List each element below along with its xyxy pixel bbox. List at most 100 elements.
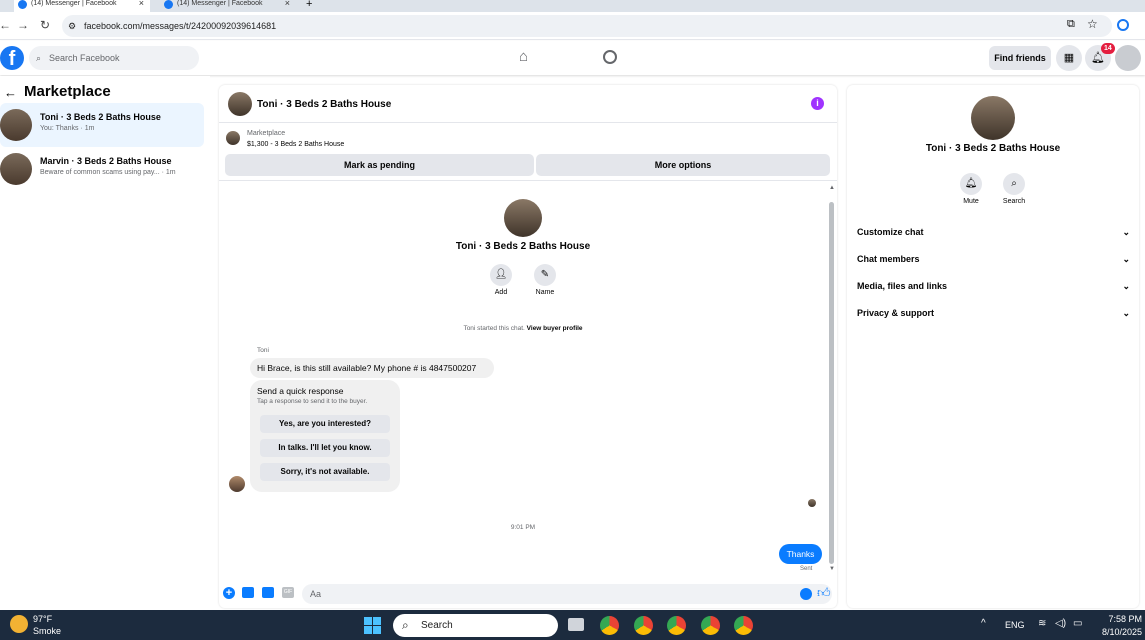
chevron-up-icon[interactable]: ^ [981, 618, 986, 629]
listing-thumbnail[interactable] [226, 131, 240, 145]
close-tab-icon[interactable]: × [139, 0, 144, 8]
groups-icon[interactable] [603, 50, 617, 64]
name-label: Name [535, 289, 555, 296]
language-indicator[interactable]: ENG [1005, 620, 1025, 630]
weather-temp: 97°F [33, 614, 53, 624]
gif-icon[interactable]: GIF [282, 587, 294, 598]
sender-avatar[interactable] [229, 476, 245, 492]
emoji-icon[interactable] [800, 588, 812, 600]
facebook-favicon-icon [164, 0, 173, 9]
clock-time[interactable]: 7:58 PM [1092, 614, 1142, 624]
chat-title[interactable]: Toni · 3 Beds 2 Baths House [257, 99, 391, 110]
seen-avatar [808, 499, 816, 507]
search-icon[interactable]: ⌕ [1003, 173, 1025, 195]
scroll-down-icon[interactable]: ▼ [829, 566, 835, 572]
url-text: facebook.com/messages/t/242000920396146​… [84, 21, 277, 31]
info-icon[interactable]: i [811, 97, 824, 110]
message-timestamp: 9:01 PM [510, 524, 536, 531]
back-icon[interactable]: ← [0, 18, 12, 32]
account-avatar[interactable] [1115, 45, 1141, 71]
customize-chat-section[interactable]: Customize chat ⌄ [857, 221, 1132, 243]
url-field[interactable]: ⚙ facebook.com/messages/t/24200092039614… [62, 15, 1112, 37]
address-bar-row: ← → ↻ ⚙ facebook.com/messages/t/24200092… [0, 12, 1145, 40]
chevron-down-icon: ⌄ [1122, 254, 1130, 264]
photo-icon[interactable] [242, 587, 254, 598]
thumbs-up-icon[interactable]: 👍︎ [817, 585, 831, 601]
message-input[interactable]: Aa [302, 584, 832, 604]
conversation-preview: Beware of common scams using pay... · 1m [40, 169, 176, 176]
find-friends-button[interactable]: Find friends [989, 46, 1051, 70]
more-options-button[interactable]: More options [536, 154, 830, 176]
chrome-icon[interactable] [734, 616, 753, 635]
back-arrow-icon[interactable]: ← [4, 85, 17, 100]
weather-desc: Smoke [33, 626, 62, 636]
wifi-icon[interactable]: ≋ [1038, 618, 1046, 629]
facebook-favicon-icon [18, 0, 27, 9]
divider [219, 180, 837, 181]
quick-reply-button[interactable]: Yes, are you interested? [260, 415, 390, 433]
reload-icon[interactable]: ↻ [38, 18, 52, 32]
sticker-icon[interactable] [262, 587, 274, 598]
section-label: Media, files and links [857, 281, 948, 291]
scroll-up-icon[interactable]: ▲ [829, 185, 835, 191]
site-settings-icon[interactable]: ⚙ [68, 15, 76, 37]
chat-started-notice: Toni started this chat. View buyer profi… [419, 325, 627, 332]
media-files-links-section[interactable]: Media, files and links ⌄ [857, 275, 1132, 297]
intro-avatar [504, 199, 542, 237]
new-tab-icon[interactable]: + [306, 0, 312, 10]
chrome-icon[interactable] [701, 616, 720, 635]
search-icon: ⌕ [402, 618, 409, 632]
edit-name-icon[interactable]: ✎ [534, 264, 556, 286]
quick-reply-button[interactable]: In talks. I'll let you know. [260, 439, 390, 457]
details-title: Toni · 3 Beds 2 Baths House [925, 143, 1061, 154]
page-title: Marketplace [24, 83, 111, 100]
chevron-down-icon: ⌄ [1122, 281, 1130, 291]
chrome-icon[interactable] [667, 616, 686, 635]
chat-scrollbar[interactable] [829, 202, 834, 564]
incoming-message[interactable]: Hi Brace, is this still available? My ph… [250, 358, 494, 378]
facebook-search-input[interactable]: ⌕ Search Facebook [29, 46, 199, 70]
facebook-header: f ⌕ Search Facebook ⌂ Find friends ▦ 🔔︎ … [0, 41, 1145, 75]
chevron-down-icon: ⌄ [1122, 227, 1130, 237]
cast-icon[interactable]: ⧉ [1067, 18, 1075, 31]
sent-status: Sent [800, 566, 813, 572]
conversation-item[interactable]: Marvin · 3 Beds 2 Baths House Beware of … [0, 147, 204, 191]
mark-as-pending-button[interactable]: Mark as pending [225, 154, 534, 176]
conversation-name: Toni · 3 Beds 2 Baths House [40, 112, 161, 122]
chat-details-panel [847, 85, 1139, 608]
windows-taskbar: 97°F Smoke ⌕ Search ^ ENG ≋ ◁) ▭ 7:58 PM… [0, 610, 1145, 640]
menu-grid-icon[interactable]: ▦ [1056, 45, 1082, 71]
browser-tab[interactable]: (14) Messenger | Facebook × [14, 0, 150, 12]
mute-bell-icon[interactable]: 🔔︎ [960, 173, 982, 195]
volume-icon[interactable]: ◁) [1055, 618, 1066, 629]
chrome-icon[interactable] [600, 616, 619, 635]
profile-icon[interactable] [1117, 19, 1129, 31]
home-icon[interactable]: ⌂ [519, 48, 528, 65]
chevron-down-icon: ⌄ [1122, 308, 1130, 318]
chat-members-section[interactable]: Chat members ⌄ [857, 248, 1132, 270]
bookmark-star-icon[interactable]: ☆ [1087, 17, 1098, 31]
section-label: Privacy & support [857, 308, 935, 318]
windows-start-icon[interactable] [364, 617, 381, 634]
listing-price-title[interactable]: $1,300 - 3 Beds 2 Baths House [247, 141, 344, 148]
forward-icon[interactable]: → [16, 18, 30, 32]
add-person-icon[interactable]: 👤︎ [490, 264, 512, 286]
browser-tab[interactable]: (14) Messenger | Facebook × [160, 0, 296, 12]
clock-date[interactable]: 8/10/2025 [1092, 627, 1142, 637]
task-view-icon[interactable] [568, 618, 584, 631]
chrome-icon[interactable] [634, 616, 653, 635]
plus-icon[interactable]: + [223, 587, 235, 599]
battery-icon[interactable]: ▭ [1073, 618, 1082, 629]
facebook-logo[interactable]: f [0, 46, 24, 70]
privacy-support-section[interactable]: Privacy & support ⌄ [857, 302, 1132, 324]
outgoing-message[interactable]: Thanks [779, 544, 822, 564]
taskbar-search-label: Search [421, 620, 453, 631]
chat-avatar[interactable] [228, 92, 252, 116]
weather-icon[interactable] [10, 615, 28, 633]
conversation-item[interactable]: Toni · 3 Beds 2 Baths House You: Thanks … [0, 103, 204, 147]
sender-name: Toni [257, 347, 269, 354]
close-tab-icon[interactable]: × [285, 0, 290, 8]
quick-reply-button[interactable]: Sorry, it's not available. [260, 463, 390, 481]
taskbar-search[interactable]: ⌕ Search [393, 614, 558, 637]
view-buyer-profile-link[interactable]: View buyer profile [527, 325, 583, 332]
